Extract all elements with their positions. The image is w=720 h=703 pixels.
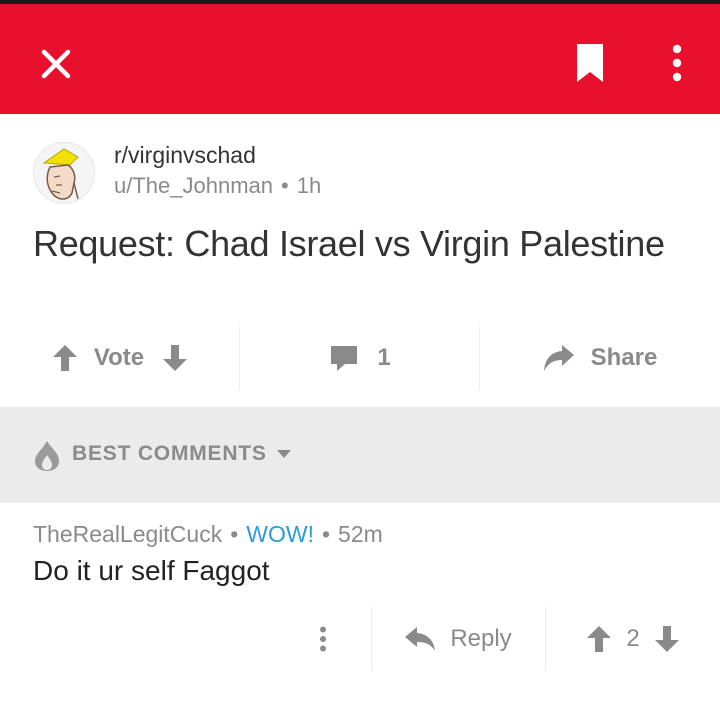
more-options-button[interactable] xyxy=(660,42,694,84)
downvote-button[interactable] xyxy=(654,625,680,653)
comment-bubble-icon xyxy=(331,346,358,371)
comment-count: 1 xyxy=(377,344,391,371)
comment-author[interactable]: TheRealLegitCuck xyxy=(33,521,222,547)
vote-control: Vote xyxy=(0,326,240,390)
separator-dot: • xyxy=(321,521,331,547)
vote-label: Vote xyxy=(93,344,145,371)
comment-meta: TheRealLegitCuck • WOW! • 52m xyxy=(33,521,383,548)
upvote-button[interactable] xyxy=(52,344,78,372)
post-meta: u/The_Johnman • 1h xyxy=(114,173,321,199)
chevron-down-icon xyxy=(277,450,291,458)
separator-dot: • xyxy=(281,173,289,198)
share-button[interactable]: Share xyxy=(480,326,720,390)
comment-body: Do it ur self Faggot xyxy=(33,555,270,586)
post-title: Request: Chad Israel vs Virgin Palestine xyxy=(33,223,665,264)
post-author[interactable]: u/The_Johnman xyxy=(114,173,273,198)
comment-sort-bar[interactable]: BEST COMMENTS xyxy=(0,407,720,503)
comment: TheRealLegitCuck • WOW! • 52m Do it ur self … xyxy=(0,503,720,703)
comment-age: 52m xyxy=(338,521,383,547)
share-label: Share xyxy=(590,344,658,371)
more-vertical-icon xyxy=(672,44,682,82)
close-icon xyxy=(41,49,71,79)
comment-actions: Reply 2 xyxy=(0,607,720,671)
separator-dot: • xyxy=(230,521,239,547)
upvote-arrow-icon xyxy=(52,345,77,371)
post-age: 1h xyxy=(296,173,322,198)
reply-button[interactable]: Reply xyxy=(372,607,544,671)
comment-vote-control: 2 xyxy=(546,607,720,671)
user-flair: WOW! xyxy=(246,521,314,547)
downvote-arrow-icon xyxy=(654,626,679,652)
subreddit-avatar[interactable] xyxy=(33,142,95,204)
subreddit-name[interactable]: r/virginvschad xyxy=(114,142,256,169)
sort-label: BEST COMMENTS xyxy=(72,442,267,465)
flame-icon xyxy=(35,441,59,471)
upvote-button[interactable] xyxy=(586,625,612,653)
chad-avatar-icon xyxy=(34,143,94,203)
comment-score: 2 xyxy=(626,625,640,652)
reply-arrow-icon xyxy=(405,627,436,651)
bookmark-button[interactable] xyxy=(570,42,610,84)
more-vertical-icon xyxy=(320,626,326,652)
close-button[interactable] xyxy=(36,44,76,84)
downvote-arrow-icon xyxy=(163,345,188,371)
comment-more-button[interactable] xyxy=(300,607,346,671)
top-bar xyxy=(0,0,720,114)
post-actions: Vote 1 Share xyxy=(0,326,720,390)
upvote-arrow-icon xyxy=(587,626,612,652)
bookmark-icon xyxy=(577,44,603,82)
comments-button[interactable]: 1 xyxy=(240,326,480,390)
reply-label: Reply xyxy=(450,625,512,652)
share-arrow-icon xyxy=(543,345,574,371)
downvote-button[interactable] xyxy=(162,344,188,372)
